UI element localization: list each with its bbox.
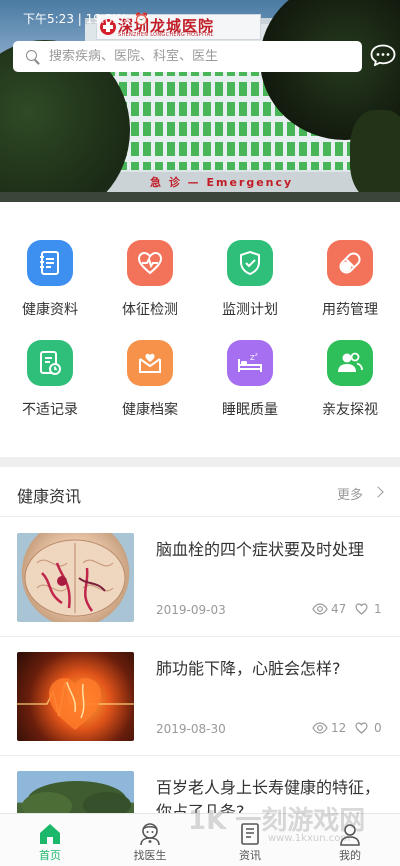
like-count: 0 bbox=[374, 721, 382, 735]
search-icon bbox=[25, 49, 41, 65]
tab-label: 资讯 bbox=[239, 849, 261, 862]
tab-label: 首页 bbox=[39, 849, 61, 862]
feature-label: 体征检测 bbox=[122, 302, 178, 318]
feature-label: 监测计划 bbox=[222, 302, 278, 318]
health-profile-icon bbox=[27, 240, 73, 286]
feature-discomfort-record[interactable]: 不适记录 bbox=[0, 326, 100, 426]
news-item[interactable]: 肺功能下降，心脏会怎样? 2019-08-30 12 0 bbox=[0, 637, 400, 756]
health-archive-icon bbox=[127, 340, 173, 386]
chevron-right-icon[interactable] bbox=[372, 486, 384, 498]
article-thumbnail bbox=[17, 533, 134, 622]
heart-icon[interactable] bbox=[355, 722, 368, 734]
watermark-url: www.1kxun.com bbox=[268, 833, 351, 844]
news-header: 健康资讯 更多 bbox=[0, 467, 400, 517]
tab-label: 我的 bbox=[339, 849, 361, 862]
feature-label: 不适记录 bbox=[22, 402, 78, 418]
feature-family-visit[interactable]: 亲友探视 bbox=[300, 326, 400, 426]
feature-label: 健康档案 bbox=[122, 402, 178, 418]
discomfort-record-icon bbox=[27, 340, 73, 386]
like-count: 1 bbox=[374, 602, 382, 616]
feature-label: 睡眠质量 bbox=[222, 402, 278, 418]
medication-icon bbox=[327, 240, 373, 286]
view-count: 12 bbox=[331, 721, 347, 735]
status-bar: 下午5:23 | 19.8K/s ⏰ bbox=[23, 12, 150, 26]
emergency-sign: 急 诊 — Emergency bbox=[150, 176, 294, 189]
svg-text:z: z bbox=[255, 352, 258, 358]
section-divider bbox=[0, 457, 400, 467]
search-input[interactable] bbox=[49, 49, 339, 64]
chat-bubble-icon[interactable] bbox=[370, 44, 396, 66]
monitor-plan-icon bbox=[227, 240, 273, 286]
article-title: 肺功能下降，心脏会怎样? bbox=[156, 659, 341, 678]
news-item[interactable]: 脑血栓的四个症状要及时处理 2019-09-03 47 1 bbox=[0, 518, 400, 637]
search-bar[interactable] bbox=[13, 41, 362, 72]
hero-banner[interactable]: 深圳龙城医院 SHENZHEN LONGCHENG HOSPITAL 急 诊 —… bbox=[0, 0, 400, 202]
feature-sleep-quality[interactable]: Zz 睡眠质量 bbox=[200, 326, 300, 426]
tab-home[interactable]: 首页 bbox=[0, 814, 100, 866]
ground bbox=[0, 192, 400, 202]
feature-label: 健康资料 bbox=[22, 302, 78, 318]
feature-medication[interactable]: 用药管理 bbox=[300, 226, 400, 326]
heart-icon[interactable] bbox=[355, 603, 368, 615]
feature-health-profile[interactable]: 健康资料 bbox=[0, 226, 100, 326]
feature-label: 亲友探视 bbox=[322, 402, 378, 418]
eye-icon bbox=[312, 603, 328, 615]
article-title: 脑血栓的四个症状要及时处理 bbox=[156, 540, 365, 559]
tab-find-doctor[interactable]: 找医生 bbox=[100, 814, 200, 866]
tab-label: 找医生 bbox=[133, 849, 167, 862]
view-count: 47 bbox=[331, 602, 347, 616]
eye-icon bbox=[312, 722, 328, 734]
feature-label: 用药管理 bbox=[322, 302, 378, 318]
feature-vital-signs[interactable]: 体征检测 bbox=[100, 226, 200, 326]
family-visit-icon bbox=[327, 340, 373, 386]
tree-right-lower bbox=[350, 110, 400, 200]
article-thumbnail bbox=[17, 652, 134, 741]
watermark: 1K 一刻游戏网 bbox=[188, 806, 366, 836]
home-icon bbox=[40, 824, 60, 844]
feature-health-archive[interactable]: 健康档案 bbox=[100, 326, 200, 426]
more-link[interactable]: 更多 bbox=[337, 484, 363, 503]
article-date: 2019-08-30 bbox=[156, 722, 226, 736]
hospital-sign-subtitle: SHENZHEN LONGCHENG HOSPITAL bbox=[118, 32, 214, 38]
feature-monitor-plan[interactable]: 监测计划 bbox=[200, 226, 300, 326]
news-section-title: 健康资讯 bbox=[17, 487, 82, 506]
sleep-icon: Zz bbox=[227, 340, 273, 386]
vital-signs-icon bbox=[127, 240, 173, 286]
article-date: 2019-09-03 bbox=[156, 603, 226, 617]
doctor-icon bbox=[140, 823, 160, 846]
